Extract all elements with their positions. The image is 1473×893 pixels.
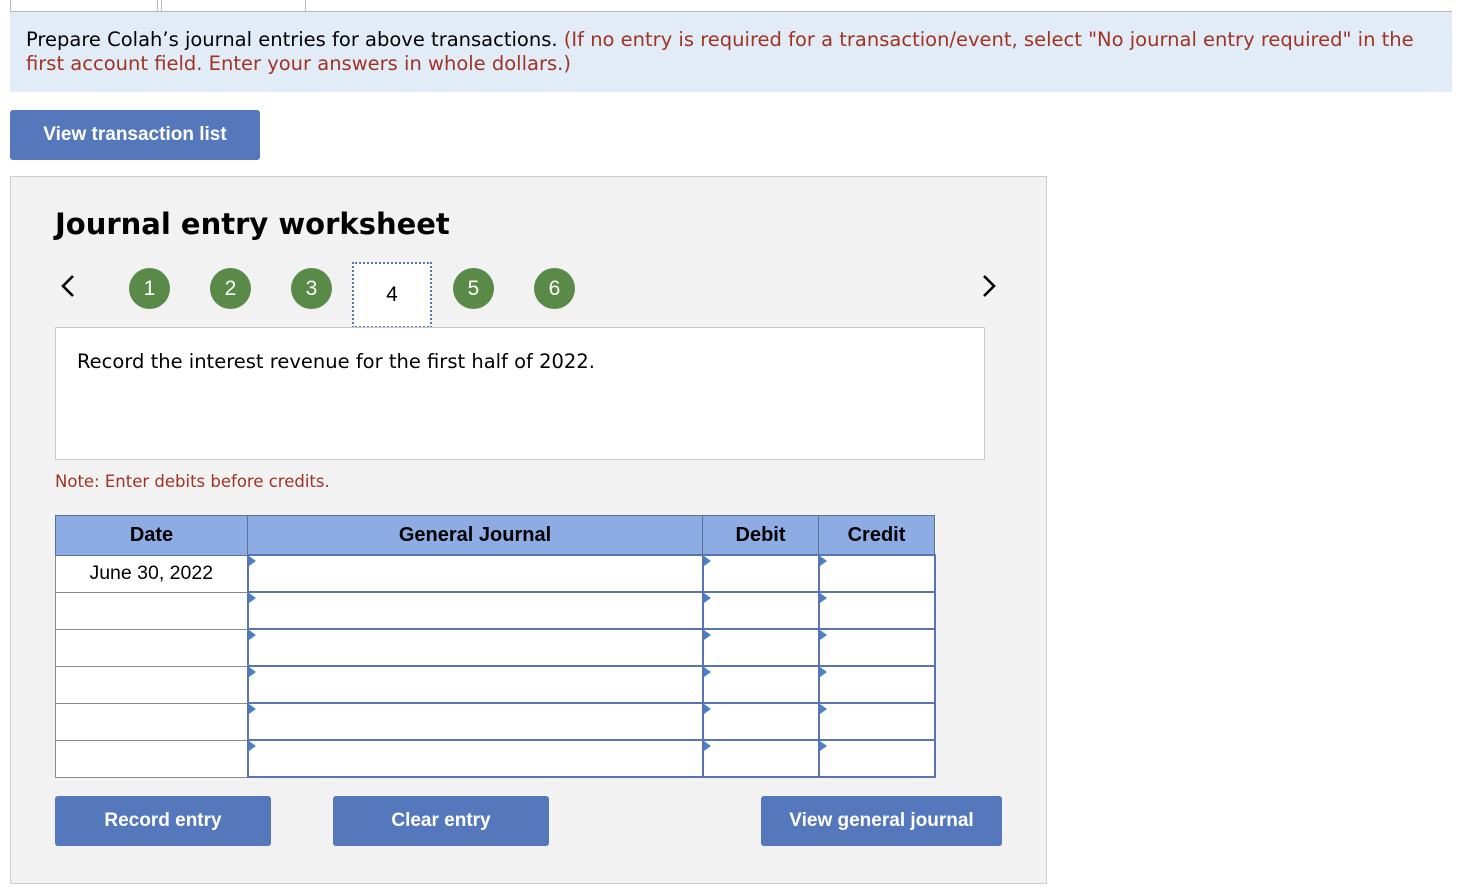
debit-column-header: Debit bbox=[702, 515, 819, 556]
date-cell bbox=[55, 739, 248, 778]
journal-entry-table: Date General Journal Debit Credit June 3… bbox=[55, 515, 936, 778]
credit-column-header: Credit bbox=[818, 515, 935, 556]
date-column-header: Date bbox=[55, 515, 248, 556]
account-select[interactable] bbox=[246, 739, 704, 778]
debit-input[interactable] bbox=[701, 702, 820, 741]
credit-input[interactable] bbox=[817, 591, 936, 630]
credit-input[interactable] bbox=[817, 554, 936, 593]
credit-input[interactable] bbox=[817, 702, 936, 741]
tab-2[interactable] bbox=[161, 0, 306, 11]
view-general-journal-button[interactable]: View general journal bbox=[761, 796, 1002, 846]
step-6-button[interactable]: 6 bbox=[534, 268, 575, 309]
account-select[interactable] bbox=[246, 702, 704, 741]
journal-row: June 30, 2022 bbox=[55, 554, 936, 593]
debit-input[interactable] bbox=[701, 665, 820, 704]
top-tabs bbox=[0, 0, 1452, 12]
view-transaction-list-button[interactable]: View transaction list bbox=[10, 110, 260, 160]
journal-entry-worksheet-panel: Journal entry worksheet 1 2 3 4 5 6 Reco… bbox=[10, 176, 1047, 884]
date-cell bbox=[55, 591, 248, 630]
step-3-button[interactable]: 3 bbox=[291, 268, 332, 309]
instructions-main: Prepare Colah’s journal entries for abov… bbox=[26, 28, 558, 51]
clear-entry-button[interactable]: Clear entry bbox=[333, 796, 549, 846]
journal-row bbox=[55, 628, 936, 667]
debits-credits-note: Note: Enter debits before credits. bbox=[55, 472, 330, 491]
date-cell bbox=[55, 702, 248, 741]
journal-row bbox=[55, 739, 936, 778]
date-cell bbox=[55, 665, 248, 704]
debit-input[interactable] bbox=[701, 739, 820, 778]
account-select[interactable] bbox=[246, 628, 704, 667]
step-2-button[interactable]: 2 bbox=[210, 268, 251, 309]
transaction-description: Record the interest revenue for the firs… bbox=[55, 327, 985, 460]
debit-input[interactable] bbox=[701, 554, 820, 593]
next-arrow-icon[interactable] bbox=[976, 273, 1002, 299]
worksheet-title: Journal entry worksheet bbox=[55, 207, 450, 241]
general-journal-column-header: General Journal bbox=[247, 515, 703, 556]
debit-input[interactable] bbox=[701, 591, 820, 630]
credit-input[interactable] bbox=[817, 628, 936, 667]
date-cell bbox=[55, 628, 248, 667]
journal-row bbox=[55, 665, 936, 704]
date-cell: June 30, 2022 bbox=[55, 554, 248, 593]
account-select[interactable] bbox=[246, 554, 704, 593]
journal-row bbox=[55, 702, 936, 741]
account-select[interactable] bbox=[246, 591, 704, 630]
journal-row bbox=[55, 591, 936, 630]
step-1-button[interactable]: 1 bbox=[129, 268, 170, 309]
previous-arrow-icon[interactable] bbox=[55, 273, 81, 299]
credit-input[interactable] bbox=[817, 665, 936, 704]
step-4-button-active[interactable]: 4 bbox=[352, 262, 432, 328]
tab-1[interactable] bbox=[10, 0, 158, 11]
account-select[interactable] bbox=[246, 665, 704, 704]
record-entry-button[interactable]: Record entry bbox=[55, 796, 271, 846]
credit-input[interactable] bbox=[817, 739, 936, 778]
instructions-banner: Prepare Colah’s journal entries for abov… bbox=[10, 12, 1452, 92]
debit-input[interactable] bbox=[701, 628, 820, 667]
step-5-button[interactable]: 5 bbox=[453, 268, 494, 309]
transaction-description-text: Record the interest revenue for the firs… bbox=[77, 350, 595, 373]
